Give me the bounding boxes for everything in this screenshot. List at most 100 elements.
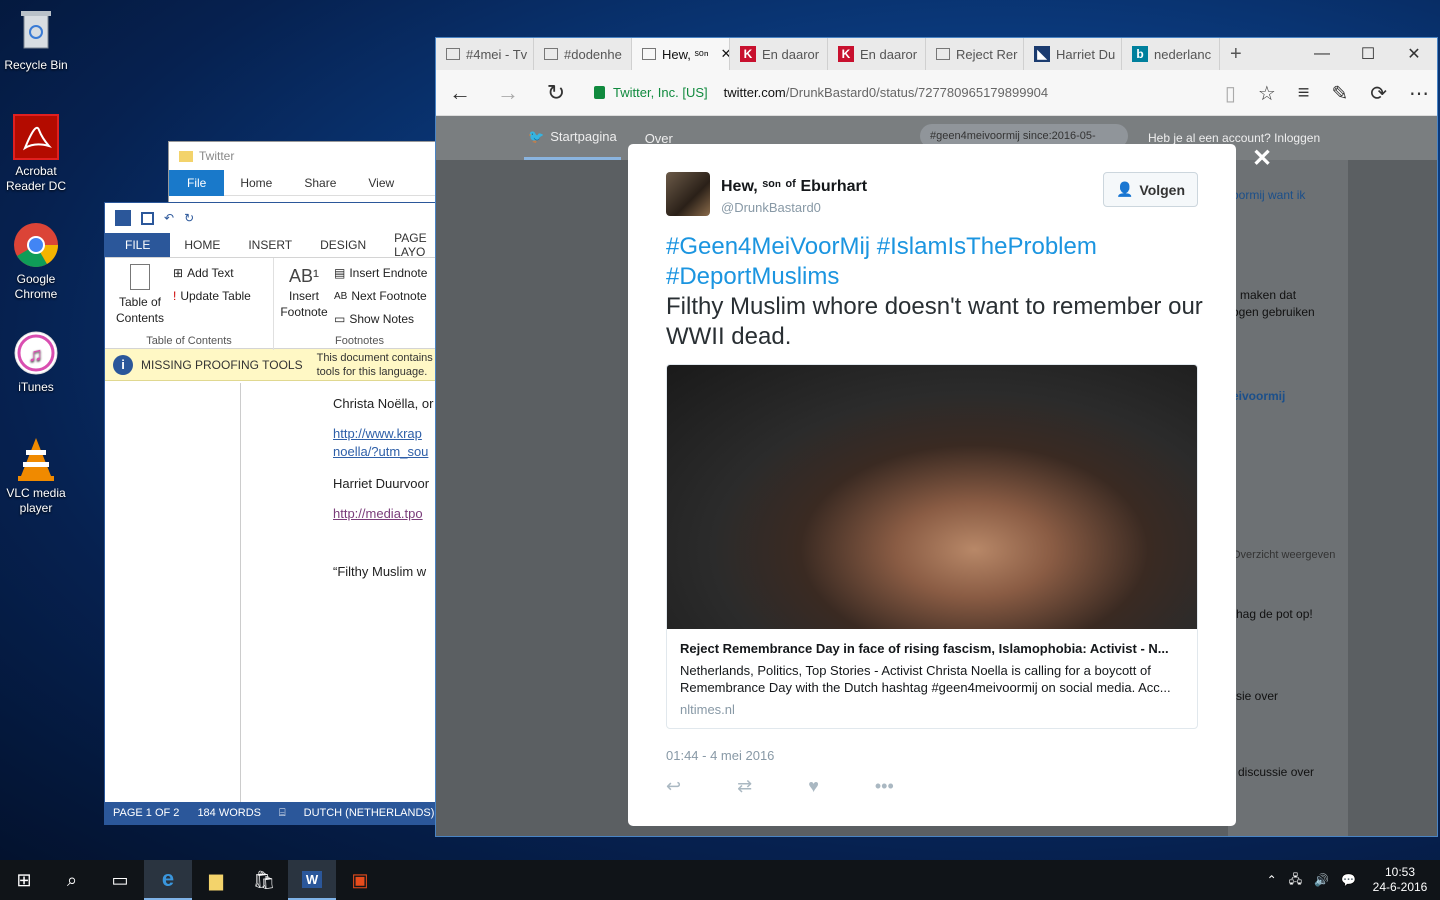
show-notes-button[interactable]: ▭ Show Notes bbox=[334, 312, 414, 326]
system-tray: ⌃ 🖧 🔊 💬 10:53 24-6-2016 bbox=[1267, 860, 1440, 900]
office-icon[interactable]: ▣ bbox=[336, 860, 384, 900]
forward-icon[interactable]: → bbox=[484, 80, 532, 106]
avatar[interactable] bbox=[666, 172, 710, 216]
desktop-icon-recycle-bin[interactable]: Recycle Bin bbox=[0, 8, 72, 73]
web-note-icon[interactable]: ✎ bbox=[1331, 81, 1348, 106]
word-tab-insert[interactable]: INSERT bbox=[234, 238, 306, 252]
tweet-text: #Geen4MeiVoorMij #IslamIsTheProblem #Dep… bbox=[666, 232, 1206, 352]
tweet-hashtags[interactable]: #Geen4MeiVoorMij #IslamIsTheProblem #Dep… bbox=[666, 232, 1206, 292]
page-count[interactable]: PAGE 1 OF 2 bbox=[113, 807, 179, 819]
word-icon[interactable]: W bbox=[288, 860, 336, 900]
doc-link[interactable]: noella/?utm_sou bbox=[333, 443, 428, 461]
doc-link-text[interactable]: noella/?utm_sou bbox=[333, 444, 428, 459]
close-icon[interactable]: ✕ bbox=[1391, 38, 1437, 70]
save-icon[interactable] bbox=[141, 211, 154, 225]
document-area[interactable]: Christa Noëlla, or http://www.krap noell… bbox=[105, 383, 443, 803]
browser-tab[interactable]: #4mei - Tv bbox=[436, 38, 534, 70]
side-snippet: eivoormij bbox=[1232, 389, 1286, 403]
explorer-tab-home[interactable]: Home bbox=[224, 176, 288, 190]
certificate-label: Twitter, Inc. [US] bbox=[613, 85, 708, 100]
side-snippet[interactable]: Overzicht weergeven bbox=[1232, 549, 1335, 561]
search-icon[interactable]: ⌕ bbox=[48, 860, 96, 900]
new-tab-button[interactable]: + bbox=[1220, 38, 1260, 70]
chevron-up-icon[interactable]: ⌃ bbox=[1267, 873, 1277, 887]
browser-tab[interactable]: ◣ Harriet Du bbox=[1024, 38, 1122, 70]
info-icon: i bbox=[113, 354, 133, 375]
add-text-button[interactable]: ⊞ Add Text bbox=[173, 266, 234, 280]
close-tab-icon[interactable]: ✕ bbox=[721, 46, 729, 62]
itunes-icon: ♫ bbox=[13, 330, 59, 376]
share-icon[interactable]: ⟳ bbox=[1370, 81, 1387, 106]
doc-link-text[interactable]: http://www.krap bbox=[333, 426, 422, 441]
tweet-author-handle[interactable]: @DrunkBastard0 bbox=[721, 200, 821, 215]
retweet-icon[interactable]: ⇄ bbox=[737, 776, 752, 797]
refresh-icon[interactable]: ↻ bbox=[532, 80, 580, 106]
explorer-tab-share[interactable]: Share bbox=[288, 176, 352, 190]
login-link[interactable]: Heb je al een account? Inloggen bbox=[1148, 131, 1320, 145]
browser-tab-active[interactable]: Hew, ˢᵒⁿ ✕ bbox=[632, 38, 730, 70]
link-card[interactable]: Reject Remembrance Day in face of rising… bbox=[666, 364, 1198, 729]
maximize-icon[interactable]: ☐ bbox=[1345, 38, 1391, 70]
proofing-icon[interactable]: ⌸ bbox=[279, 807, 286, 820]
word-logo-icon bbox=[115, 210, 131, 226]
redo-icon[interactable]: ↻ bbox=[184, 211, 194, 225]
side-snippet: sie over bbox=[1236, 689, 1279, 703]
update-table-button[interactable]: ! Update Table bbox=[173, 289, 251, 303]
next-footnote-button[interactable]: AB Next Footnote bbox=[334, 289, 427, 303]
doc-link[interactable]: http://media.tpo bbox=[333, 505, 423, 523]
word-tab-home[interactable]: HOME bbox=[170, 238, 234, 252]
word-window[interactable]: ↶ ↻ FILE HOME INSERT DESIGN PAGE LAYO Ta… bbox=[104, 202, 444, 825]
explorer-tab-view[interactable]: View bbox=[352, 176, 410, 190]
desktop-icon-acrobat[interactable]: Acrobat Reader DC bbox=[0, 114, 72, 194]
store-icon[interactable]: 🛍 bbox=[240, 860, 288, 900]
clock[interactable]: 10:53 24-6-2016 bbox=[1368, 865, 1432, 895]
task-view-icon[interactable]: ▭ bbox=[96, 860, 144, 900]
home-link[interactable]: 🐦 Startpagina bbox=[524, 116, 621, 160]
browser-tab[interactable]: K En daaror bbox=[730, 38, 828, 70]
minimize-icon[interactable]: — bbox=[1299, 38, 1345, 70]
edge-icon[interactable]: e bbox=[144, 860, 192, 900]
browser-tab[interactable]: K En daaror bbox=[828, 38, 926, 70]
word-tab-file[interactable]: FILE bbox=[105, 233, 171, 257]
word-count[interactable]: 184 WORDS bbox=[197, 807, 261, 819]
desktop-icon-chrome[interactable]: Google Chrome bbox=[0, 222, 72, 302]
undo-icon[interactable]: ↶ bbox=[164, 211, 174, 225]
volume-icon[interactable]: 🔊 bbox=[1314, 873, 1329, 887]
table-of-contents-button[interactable]: Table of Contents bbox=[111, 264, 169, 326]
desktop-icon-itunes[interactable]: ♫ iTunes bbox=[0, 330, 72, 395]
language[interactable]: DUTCH (NETHERLANDS) bbox=[304, 807, 435, 819]
doc-link-text[interactable]: http://media.tpo bbox=[333, 506, 423, 521]
browser-tab[interactable]: #dodenhe bbox=[534, 38, 632, 70]
favorite-star-icon[interactable]: ☆ bbox=[1258, 81, 1276, 106]
file-explorer-icon[interactable]: ▆ bbox=[192, 860, 240, 900]
hub-icon[interactable]: ≡ bbox=[1298, 82, 1310, 105]
word-tab-design[interactable]: DESIGN bbox=[306, 238, 380, 252]
start-icon[interactable]: ⊞ bbox=[0, 860, 48, 900]
next-footnote-label: Next Footnote bbox=[351, 289, 427, 303]
tweet-timestamp[interactable]: 01:44 - 4 mei 2016 bbox=[666, 748, 774, 763]
follow-button[interactable]: 👤 Volgen bbox=[1103, 172, 1198, 207]
insert-footnote-button[interactable]: AB¹ Insert Footnote bbox=[278, 267, 330, 320]
tweet-body: Filthy Muslim whore doesn't want to reme… bbox=[666, 293, 1203, 350]
page-icon bbox=[642, 48, 656, 60]
insert-endnote-button[interactable]: ▤ Insert Endnote bbox=[334, 266, 427, 280]
url-field[interactable]: Twitter, Inc. [US] twitter.com/DrunkBast… bbox=[594, 85, 1048, 100]
reply-icon[interactable]: ↩ bbox=[666, 776, 681, 797]
explorer-tab-file[interactable]: File bbox=[169, 169, 225, 196]
close-modal-icon[interactable]: ✕ bbox=[1252, 144, 1272, 173]
back-icon[interactable]: ← bbox=[436, 80, 484, 106]
network-icon[interactable]: 🖧 bbox=[1289, 870, 1302, 891]
desktop-icon-vlc[interactable]: VLC media player bbox=[0, 436, 72, 516]
more-icon[interactable]: ••• bbox=[875, 776, 894, 797]
site-logo-icon: ◣ bbox=[1034, 46, 1050, 62]
more-icon[interactable]: ⋯ bbox=[1409, 81, 1429, 106]
reading-view-icon[interactable]: ▯ bbox=[1225, 81, 1236, 106]
message-text: This document contains tools for this lan… bbox=[317, 351, 433, 379]
action-center-icon[interactable]: 💬 bbox=[1341, 873, 1356, 887]
word-tab-page-layout[interactable]: PAGE LAYO bbox=[380, 231, 443, 259]
browser-tab[interactable]: Reject Rer bbox=[926, 38, 1024, 70]
browser-tab[interactable]: b nederlanc bbox=[1122, 38, 1220, 70]
doc-link[interactable]: http://www.krap bbox=[333, 425, 422, 443]
tweet-author-name[interactable]: Hew, ˢᵒⁿ ᵒᶠ Eburhart bbox=[721, 178, 867, 196]
like-icon[interactable]: ♥ bbox=[808, 776, 819, 797]
